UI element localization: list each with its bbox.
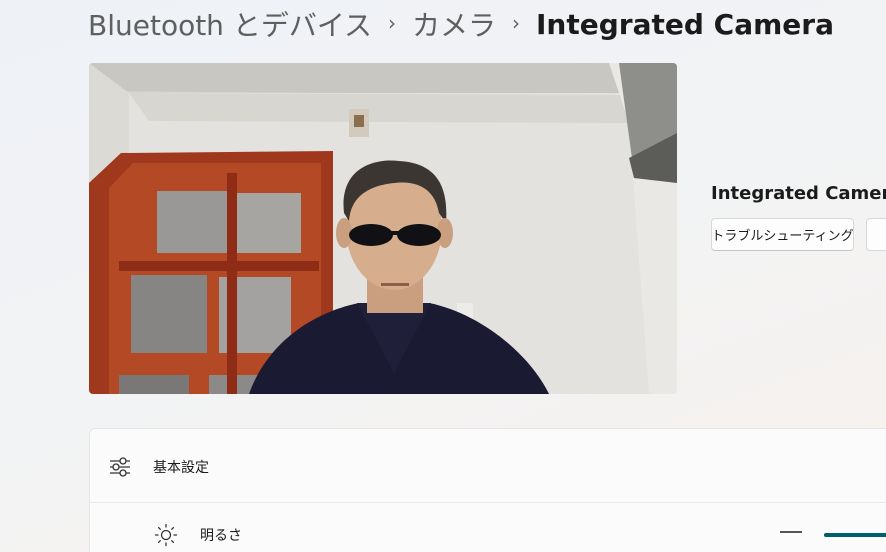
chevron-right-icon: › (388, 11, 396, 35)
camera-preview (89, 63, 677, 394)
brightness-row: 明るさ (90, 503, 886, 552)
basic-settings-label: 基本設定 (153, 460, 209, 476)
page-title: Integrated Camera (536, 7, 834, 41)
basic-settings-card: 基本設定 明るさ (89, 428, 886, 552)
camera-preview-image (89, 63, 677, 394)
brightness-slider[interactable] (824, 533, 886, 537)
sliders-icon (110, 457, 130, 477)
brightness-slider-fill (824, 533, 886, 537)
troubleshoot-button[interactable]: トラブルシューティング (711, 218, 854, 251)
basic-settings-header[interactable]: 基本設定 (90, 429, 886, 503)
brightness-label: 明るさ (200, 528, 242, 544)
minus-icon (780, 531, 802, 533)
device-action-button[interactable] (866, 218, 886, 251)
sun-icon (154, 523, 178, 547)
breadcrumb: Bluetooth とデバイス › カメラ › Integrated Camer… (88, 4, 834, 44)
device-name: Integrated Camera (711, 183, 886, 204)
breadcrumb-camera[interactable]: カメラ (412, 4, 496, 44)
chevron-right-icon: › (512, 11, 521, 35)
breadcrumb-bluetooth-devices[interactable]: Bluetooth とデバイス (88, 4, 372, 44)
